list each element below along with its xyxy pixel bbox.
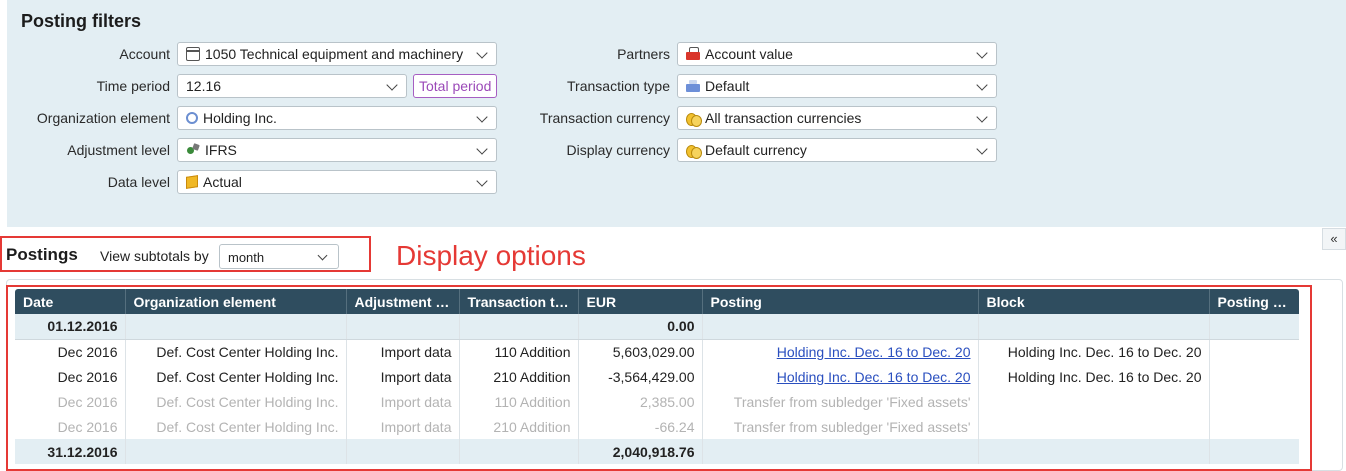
filter-row-account: Account 1050 Technical equipment and mac…: [7, 42, 497, 66]
chevron-down-icon: [476, 111, 488, 123]
filter-row-organization: Organization element Holding Inc.: [7, 106, 497, 130]
filter-row-adjustment: Adjustment level IFRS: [7, 138, 497, 162]
display-options-highlight: [0, 236, 371, 272]
transaction-type-value: Default: [705, 78, 750, 94]
filters-title: Posting filters: [21, 11, 142, 31]
time-period-value: 12.16: [186, 78, 222, 94]
filter-row-time-period: Time period 12.16 Total period: [7, 74, 498, 98]
partner-icon: [686, 47, 700, 61]
transaction-type-label: Transaction type: [567, 78, 670, 94]
filter-row-partners: Partners Account value: [507, 42, 997, 66]
filter-row-data-level: Data level Actual: [7, 170, 497, 194]
transaction-type-icon: [686, 79, 700, 93]
adjustment-icon: [186, 143, 200, 157]
filter-row-display-currency: Display currency Default currency: [507, 138, 997, 162]
coins-icon: [686, 143, 702, 159]
filter-row-transaction-type: Transaction type Default: [507, 74, 997, 98]
transaction-currency-select[interactable]: All transaction currencies: [677, 106, 997, 130]
display-currency-value: Default currency: [705, 142, 807, 158]
posting-filters-panel: Posting filters Account 1050 Technical e…: [7, 0, 1346, 227]
chevron-down-icon: [476, 143, 488, 155]
data-level-value: Actual: [203, 174, 242, 190]
adjustment-select[interactable]: IFRS: [177, 138, 497, 162]
chevron-down-icon: [976, 143, 988, 155]
partners-value: Account value: [705, 46, 793, 62]
time-period-select[interactable]: 12.16: [177, 74, 407, 98]
transaction-type-select[interactable]: Default: [677, 74, 997, 98]
data-level-label: Data level: [107, 174, 170, 190]
chevron-down-icon: [476, 175, 488, 187]
organization-label: Organization element: [36, 110, 170, 126]
chevron-down-icon: [386, 79, 398, 91]
chevron-down-icon: [476, 47, 488, 59]
account-value: 1050 Technical equipment and machinery: [205, 46, 464, 62]
account-select[interactable]: 1050 Technical equipment and machinery: [177, 42, 497, 66]
partners-label: Partners: [617, 46, 670, 62]
table-highlight: [6, 285, 1312, 471]
organization-value: Holding Inc.: [203, 110, 277, 126]
box-icon: [186, 175, 198, 189]
partners-select[interactable]: Account value: [677, 42, 997, 66]
total-period-button[interactable]: Total period: [413, 74, 498, 98]
chevron-down-icon: [976, 111, 988, 123]
display-options-annotation: Display options: [396, 240, 586, 271]
transaction-currency-label: Transaction currency: [539, 110, 670, 126]
display-currency-select[interactable]: Default currency: [677, 138, 997, 162]
adjustment-label: Adjustment level: [67, 142, 170, 158]
calendar-icon: [186, 47, 200, 61]
collapse-filters-button[interactable]: «: [1322, 228, 1346, 250]
adjustment-value: IFRS: [205, 142, 237, 158]
time-period-label: Time period: [96, 78, 170, 94]
data-level-select[interactable]: Actual: [177, 170, 497, 194]
filter-row-transaction-currency: Transaction currency All transaction cur…: [507, 106, 997, 130]
org-circle-icon: [186, 112, 198, 124]
chevron-down-icon: [976, 47, 988, 59]
coins-icon: [686, 111, 702, 127]
display-currency-label: Display currency: [566, 142, 670, 158]
chevron-down-icon: [976, 79, 988, 91]
organization-select[interactable]: Holding Inc.: [177, 106, 497, 130]
account-label: Account: [119, 46, 170, 62]
transaction-currency-value: All transaction currencies: [705, 110, 862, 126]
